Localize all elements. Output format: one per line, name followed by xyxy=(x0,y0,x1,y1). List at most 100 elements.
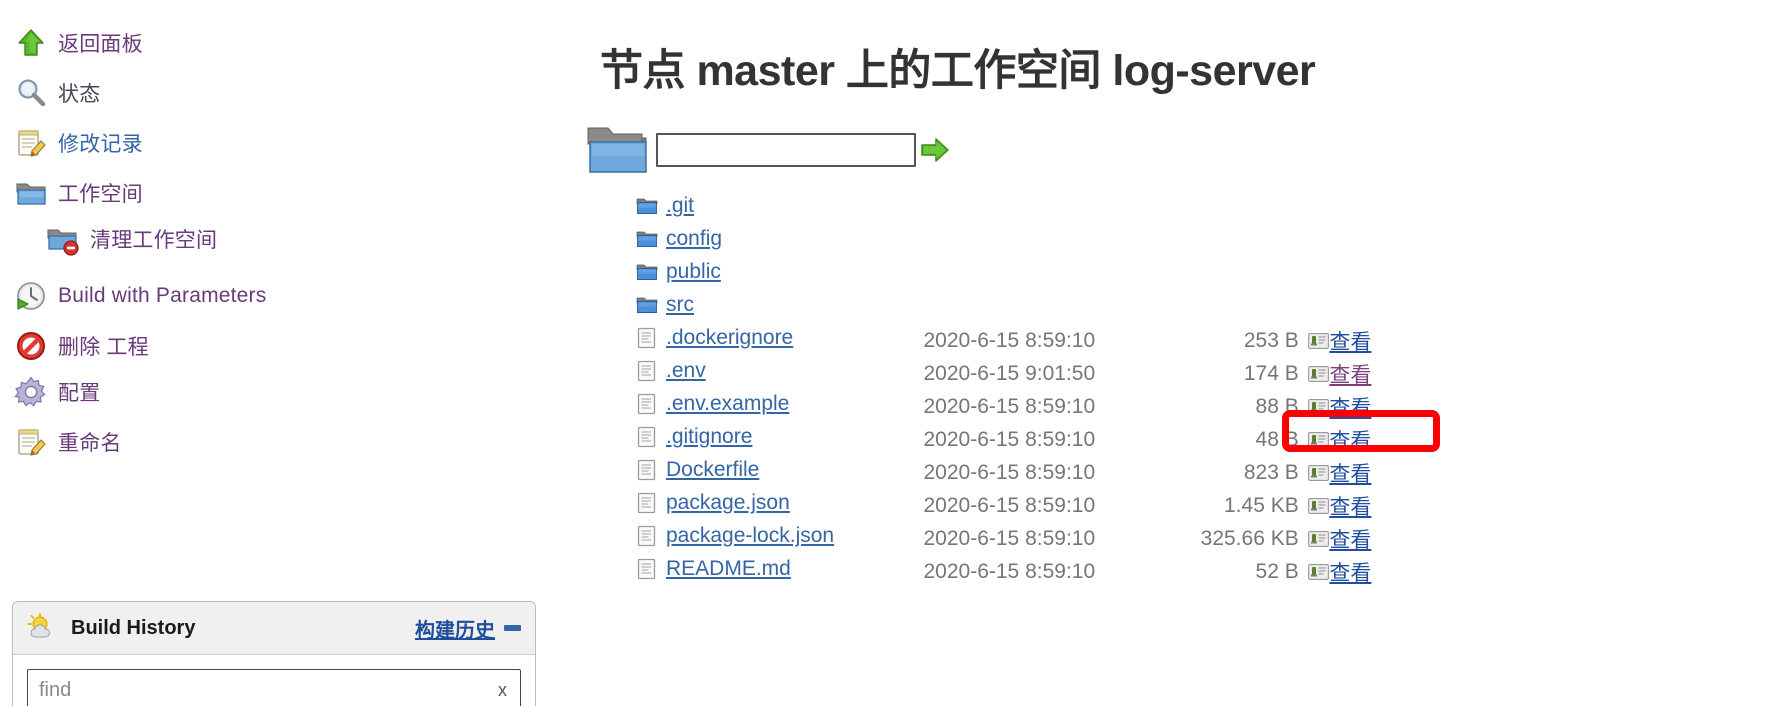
directory-link[interactable]: config xyxy=(666,227,722,251)
workspace-page: 返回面板状态修改记录工作空间清理工作空间 Build with Parameter… xyxy=(0,0,1784,706)
file-view-cell: 查看 xyxy=(1329,357,1396,390)
folder-icon xyxy=(636,195,658,217)
file-date-cell: 2020-6-15 8:59:10 xyxy=(923,526,1096,550)
directory-name-cell: config xyxy=(636,225,924,258)
directory-size-cell xyxy=(1155,291,1299,324)
sidebar-item-4[interactable]: 工作空间 xyxy=(14,176,143,210)
directory-viewicon-cell xyxy=(1299,192,1330,225)
file-name-cell: package-lock.json xyxy=(636,522,924,555)
folder-delete-icon xyxy=(46,222,80,256)
view-file-icon xyxy=(1299,555,1330,588)
view-file-link[interactable]: 查看 xyxy=(1329,496,1371,519)
file-link[interactable]: package-lock.json xyxy=(666,524,834,548)
directory-date-cell xyxy=(924,291,1156,324)
sidebar-item-2[interactable]: 状态 xyxy=(14,76,100,110)
view-file-link[interactable]: 查看 xyxy=(1329,331,1371,354)
directory-date-cell xyxy=(924,192,1156,225)
view-file-link[interactable]: 查看 xyxy=(1329,397,1371,420)
sidebar-item-9[interactable]: 重命名 xyxy=(14,425,122,459)
view-file-icon xyxy=(1299,522,1330,555)
view-file-icon xyxy=(1299,423,1330,456)
file-date-cell: 2020-6-15 8:59:10 xyxy=(923,427,1096,451)
build-history-find-row[interactable]: find x xyxy=(27,669,521,706)
file-name-cell: .dockerignore xyxy=(636,324,924,357)
sidebar-item-label: 重命名 xyxy=(58,432,122,455)
file-date-cell: 2020-6-15 8:59:10 xyxy=(923,559,1096,583)
file-view-cell: 查看 xyxy=(1329,555,1396,588)
file-icon xyxy=(636,492,658,514)
view-file-link[interactable]: 查看 xyxy=(1329,364,1371,387)
sidebar-item-8[interactable]: 配置 xyxy=(14,375,100,409)
table-row: README.md 2020-6-15 8:59:10 52 B 查看 xyxy=(636,555,1396,588)
file-view-cell: 查看 xyxy=(1329,324,1396,357)
file-link[interactable]: .dockerignore xyxy=(666,326,793,350)
file-date-cell: 2020-6-15 9:01:50 xyxy=(923,361,1096,385)
file-link[interactable]: Dockerfile xyxy=(666,458,759,482)
view-file-link[interactable]: 查看 xyxy=(1329,430,1371,453)
folder-icon xyxy=(636,294,658,316)
view-file-link[interactable]: 查看 xyxy=(1329,529,1371,552)
path-navigation-bar xyxy=(584,122,952,178)
sidebar-item-label: Build with Parameters xyxy=(58,284,267,307)
directory-name-cell: src xyxy=(636,291,924,324)
build-history-link[interactable]: 构建历史 xyxy=(415,614,495,643)
table-row: .dockerignore 2020-6-15 8:59:10 253 B 查看 xyxy=(636,324,1396,357)
directory-link[interactable]: .git xyxy=(666,194,694,218)
find-input-placeholder[interactable]: find xyxy=(28,679,71,702)
folder-icon xyxy=(14,176,48,210)
sidebar-item-7[interactable]: 删除 工程 xyxy=(14,329,149,363)
directory-size-cell xyxy=(1155,258,1299,291)
gear-icon xyxy=(14,375,48,409)
directory-link[interactable]: src xyxy=(666,293,694,317)
file-link[interactable]: .gitignore xyxy=(666,425,752,449)
file-name-cell: Dockerfile xyxy=(636,456,924,489)
weather-sun-cloud-icon xyxy=(27,613,57,643)
sidebar-item-3[interactable]: 修改记录 xyxy=(14,126,143,160)
directory-viewicon-cell xyxy=(1299,258,1330,291)
directory-date-cell xyxy=(924,258,1156,291)
sidebar-item-5[interactable]: 清理工作空间 xyxy=(46,222,217,256)
file-icon xyxy=(636,426,658,448)
view-file-icon xyxy=(1299,324,1330,357)
sidebar: 返回面板状态修改记录工作空间清理工作空间 Build with Parameter… xyxy=(0,0,600,706)
file-name-cell: .gitignore xyxy=(636,423,924,456)
file-link[interactable]: package.json xyxy=(666,491,790,515)
file-icon xyxy=(636,525,658,547)
file-date-cell: 2020-6-15 8:59:10 xyxy=(923,328,1096,352)
directory-date-cell xyxy=(924,225,1156,258)
directory-view-cell xyxy=(1329,258,1396,291)
sidebar-item-1[interactable]: 返回面板 xyxy=(14,26,143,60)
directory-link[interactable]: public xyxy=(666,260,721,284)
sidebar-item-6[interactable]: Build with Parameters xyxy=(14,279,266,313)
table-row: .gitignore 2020-6-15 8:59:10 48 B 查看 xyxy=(636,423,1396,456)
view-file-link[interactable]: 查看 xyxy=(1329,562,1371,585)
up-arrow-icon xyxy=(14,26,48,60)
folder-icon xyxy=(636,261,658,283)
directory-view-cell xyxy=(1329,225,1396,258)
file-link[interactable]: .env.example xyxy=(666,392,789,416)
file-link[interactable]: README.md xyxy=(666,557,791,581)
file-date-cell: 2020-6-15 8:59:10 xyxy=(923,394,1096,418)
file-icon xyxy=(636,459,658,481)
sidebar-item-label: 返回面板 xyxy=(58,33,143,56)
directory-viewicon-cell xyxy=(1299,291,1330,324)
directory-viewicon-cell xyxy=(1299,225,1330,258)
file-view-cell: 查看 xyxy=(1329,489,1396,522)
file-size-cell: 253 B xyxy=(1243,328,1299,352)
sidebar-item-label: 配置 xyxy=(58,382,101,405)
file-link[interactable]: .env xyxy=(666,359,706,383)
minus-icon[interactable] xyxy=(504,625,521,631)
path-input[interactable] xyxy=(656,133,916,167)
file-name-cell: README.md xyxy=(636,555,924,588)
notepad-pencil-icon xyxy=(14,126,48,160)
sidebar-item-label: 删除 工程 xyxy=(58,336,149,359)
page-title: 节点 master 上的工作空间 log-server xyxy=(600,47,1316,95)
view-file-link[interactable]: 查看 xyxy=(1329,463,1371,486)
workspace-file-rows: .git config public src .dockerignore 2020-6-1… xyxy=(636,192,1396,588)
green-arrow-icon[interactable] xyxy=(918,133,952,167)
workspace-file-table: .git config public src .dockerignore 2020-6-1… xyxy=(636,192,1396,588)
folder-icon xyxy=(636,228,658,250)
find-clear-button[interactable]: x xyxy=(498,680,520,701)
table-row: public xyxy=(636,258,1396,291)
directory-name-cell: public xyxy=(636,258,924,291)
